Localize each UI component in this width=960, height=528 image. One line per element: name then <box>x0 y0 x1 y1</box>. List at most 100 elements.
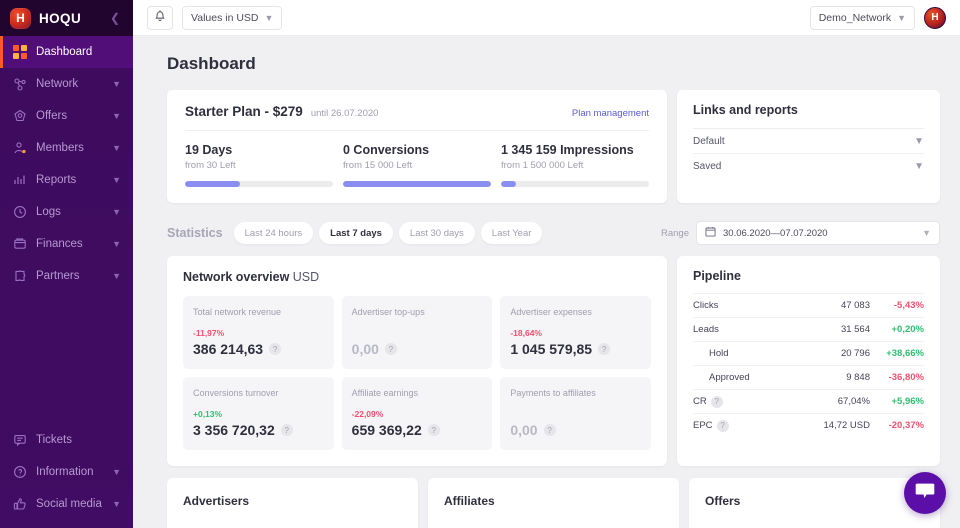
sidebar-item-logs[interactable]: Logs ▼ <box>0 196 133 228</box>
chevron-down-icon: ▼ <box>112 110 121 121</box>
grid-icon <box>12 45 27 60</box>
sidebar-logo[interactable]: H HOQU ❮ <box>0 0 133 36</box>
plan-stat-value: 1 345 159 Impressions <box>501 143 634 157</box>
network-select[interactable]: Demo_Network ▼ <box>809 5 915 30</box>
plan-stat-sub: from 15 000 Left <box>343 160 413 171</box>
pipeline-row-value: 14,72 USD <box>823 420 870 431</box>
sidebar-item-label: Network <box>36 78 79 90</box>
statistics-label: Statistics <box>167 226 223 240</box>
sidebar-item-label: Partners <box>36 270 80 282</box>
overview-cell-delta <box>510 409 641 419</box>
chip-last-30-days[interactable]: Last 30 days <box>398 222 475 244</box>
overview-cell-label: Conversions turnover <box>193 388 279 398</box>
pipeline-row-approved[interactable]: Approved 9 848 -36,80% <box>693 365 924 389</box>
chevron-down-icon: ▼ <box>922 228 931 238</box>
help-icon[interactable]: ? <box>384 343 397 355</box>
help-icon[interactable]: ? <box>543 424 556 436</box>
date-range-value: 30.06.2020—07.07.2020 <box>723 227 828 239</box>
help-icon[interactable]: ? <box>269 343 282 355</box>
chevron-down-icon: ▼ <box>112 270 121 281</box>
overview-cell-advertiser-expenses[interactable]: Advertiser expenses -18,64% 1 045 579,85… <box>500 296 651 369</box>
overview-cell-conversions-turnover[interactable]: Conversions turnover +0,13% 3 356 720,32… <box>183 377 334 450</box>
advertisers-card: Advertisers <box>167 478 418 528</box>
overview-cell-valuerow: 1 045 579,85 ? <box>510 341 641 357</box>
chip-last-year[interactable]: Last Year <box>480 222 543 244</box>
row-bottom-cards: Advertisers Affiliates Offers <box>167 478 940 528</box>
overview-cell-value: 0,00 <box>510 422 538 438</box>
main-area: Values in USD ▼ Demo_Network ▼ H Dashboa… <box>133 0 960 528</box>
offers-card: Offers <box>689 478 940 528</box>
date-range-picker[interactable]: 30.06.2020—07.07.2020 ▼ <box>696 221 940 245</box>
overview-cell-value: 386 214,63 <box>193 341 264 357</box>
thumb-icon <box>12 497 27 512</box>
overview-cell-advertiser-top-ups[interactable]: Advertiser top-ups 0,00 ? <box>341 296 493 369</box>
pipeline-row-label-wrap: EPC ? <box>693 419 729 432</box>
chat-icon <box>12 433 27 448</box>
pipeline-card: Pipeline Clicks 47 083 -5,43% Leads 31 5… <box>677 256 940 466</box>
sidebar-item-social-media[interactable]: Social media ▼ <box>0 488 133 520</box>
chat-button[interactable] <box>904 472 946 514</box>
sidebar-item-partners[interactable]: Partners ▼ <box>0 260 133 292</box>
pipeline-row-epc[interactable]: EPC ? 14,72 USD -20,37% <box>693 413 924 437</box>
plan-management-link[interactable]: Plan management <box>572 108 649 119</box>
page-title: Dashboard <box>167 54 256 73</box>
links-row-saved[interactable]: Saved ▼ <box>693 154 924 179</box>
currency-select[interactable]: Values in USD ▼ <box>182 5 283 30</box>
help-icon[interactable]: ? <box>710 395 723 408</box>
overview-cell-payments-to-affiliates[interactable]: Payments to affiliates 0,00 ? <box>500 377 651 450</box>
chat-bubble-icon <box>915 482 935 505</box>
help-icon[interactable]: ? <box>280 424 293 436</box>
content-scroll: Dashboard Starter Plan - $279 until 26.0… <box>133 36 960 528</box>
notifications-button[interactable] <box>147 5 173 30</box>
affiliates-card: Affiliates <box>428 478 679 528</box>
sidebar-item-offers[interactable]: Offers ▼ <box>0 100 133 132</box>
sidebar-item-reports[interactable]: Reports ▼ <box>0 164 133 196</box>
pipeline-row-leads[interactable]: Leads 31 564 +0,20% <box>693 317 924 341</box>
pipeline-row-cr[interactable]: CR ? 67,04% +5,96% <box>693 389 924 413</box>
plan-stat-conversions: 0 Conversions from 15 000 Left <box>343 143 491 187</box>
help-icon <box>12 465 27 480</box>
sidebar-item-label: Reports <box>36 174 77 186</box>
pipeline-row-delta: -36,80% <box>888 372 924 383</box>
range-picker-wrap: Range 30.06.2020—07.07.2020 ▼ <box>661 221 940 245</box>
wallet-icon <box>12 237 27 252</box>
chevron-down-icon: ▼ <box>914 135 924 147</box>
help-icon[interactable]: ? <box>716 419 729 432</box>
plan-stat-sub: from 30 Left <box>185 160 236 171</box>
sidebar-item-label: Offers <box>36 110 68 122</box>
bell-icon <box>154 9 166 27</box>
overview-cell-affiliate-earnings[interactable]: Affiliate earnings -22,09% 659 369,22 ? <box>341 377 493 450</box>
chip-last-24-hours[interactable]: Last 24 hours <box>233 222 314 244</box>
chip-last-7-days[interactable]: Last 7 days <box>319 222 393 244</box>
sidebar-bottom-nav: Tickets Information ▼ Social media ▼ <box>0 424 133 528</box>
overview-grid: Total network revenue -11,97% 386 214,63… <box>183 296 651 450</box>
pipeline-row-clicks[interactable]: Clicks 47 083 -5,43% <box>693 293 924 317</box>
overview-cell-label: Advertiser top-ups <box>351 307 425 317</box>
links-row-default[interactable]: Default ▼ <box>693 129 924 154</box>
sidebar-item-tickets[interactable]: Tickets <box>0 424 133 456</box>
sidebar-collapse-icon[interactable]: ❮ <box>107 10 123 26</box>
chevron-down-icon: ▼ <box>112 142 121 153</box>
help-icon[interactable]: ? <box>427 424 440 436</box>
sidebar-item-label: Finances <box>36 238 83 250</box>
pipeline-row-label: Hold <box>709 348 729 359</box>
sidebar-item-network[interactable]: Network ▼ <box>0 68 133 100</box>
overview-cell-delta <box>352 328 483 338</box>
chevron-down-icon: ▼ <box>112 498 121 509</box>
sidebar-item-finances[interactable]: Finances ▼ <box>0 228 133 260</box>
overview-cell-total-network-revenue[interactable]: Total network revenue -11,97% 386 214,63… <box>183 296 334 369</box>
network-icon <box>12 77 27 92</box>
sidebar-item-members[interactable]: Members ▼ <box>0 132 133 164</box>
plan-expiry: until 26.07.2020 <box>310 108 379 119</box>
clock-icon <box>12 205 27 220</box>
help-icon[interactable]: ? <box>598 343 611 355</box>
topbar: Values in USD ▼ Demo_Network ▼ H <box>133 0 960 36</box>
pipeline-row-hold[interactable]: Hold 20 796 +38,66% <box>693 341 924 365</box>
overview-cell-delta: -11,97% <box>193 328 225 338</box>
sidebar-item-label: Tickets <box>36 434 72 446</box>
overview-cell-label: Payments to affiliates <box>510 388 596 398</box>
avatar[interactable]: H <box>924 6 946 29</box>
sidebar-item-dashboard[interactable]: Dashboard <box>0 36 133 68</box>
sidebar-item-information[interactable]: Information ▼ <box>0 456 133 488</box>
overview-cell-delta: -22,09% <box>351 409 384 419</box>
